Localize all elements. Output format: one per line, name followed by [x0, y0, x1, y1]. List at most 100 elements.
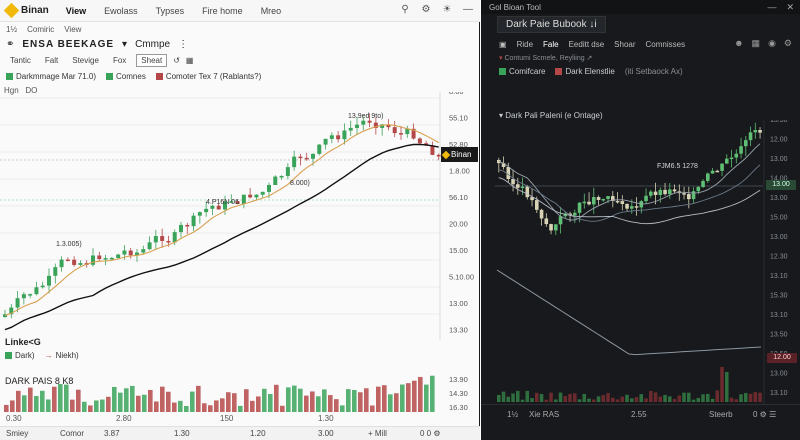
volume-bar: [606, 393, 610, 402]
legend-label: Dark Elenstlie: [565, 67, 615, 76]
more-icon[interactable]: ⋮: [178, 39, 188, 50]
right-candlestick-chart[interactable]: FJM6.5 127813.3012.0013.0014.0013.0015.0…: [481, 120, 800, 420]
volume-bar: [28, 387, 33, 412]
status-item: 1.30: [174, 429, 190, 438]
ma-slow-line: [4, 143, 439, 331]
candle-body: [587, 201, 591, 205]
price-axis-label: 56.10: [449, 193, 468, 202]
status-item[interactable]: Xie RAS: [529, 410, 559, 419]
candle-body: [241, 194, 246, 204]
volume-bar: [274, 384, 279, 412]
legend-item[interactable]: → Niekh): [45, 351, 79, 360]
caret-down-icon[interactable]: ▾: [499, 111, 503, 120]
square-icon[interactable]: ▣: [499, 40, 507, 49]
toolbar-button[interactable]: Falt: [41, 55, 62, 66]
status-item[interactable]: 0 0 ⚙: [420, 429, 441, 438]
candle-body: [355, 124, 359, 128]
menu-item-typses[interactable]: Typses: [147, 6, 194, 16]
status-item[interactable]: 0 ⚙ ☰: [753, 410, 776, 419]
volume-bar: [76, 389, 81, 412]
volume-bar: [394, 393, 399, 412]
legend-item[interactable]: Comoter Tex 7 (Rablants?): [155, 72, 261, 81]
menu-item-fire-home[interactable]: Fire home: [193, 6, 252, 16]
candle-body: [520, 186, 525, 189]
legend-item[interactable]: Comifcare: [499, 67, 545, 76]
link-icon[interactable]: ⚭: [6, 39, 14, 50]
candle-body: [653, 191, 658, 196]
legend-item[interactable]: Dark): [5, 351, 35, 360]
legend-item[interactable]: Dark Elenstlie: [555, 67, 615, 76]
sub-legend-title: Linke<G: [5, 337, 41, 347]
volume-bar: [22, 395, 27, 412]
gear-icon[interactable]: ⚙: [420, 4, 432, 16]
menu-item-ewolass[interactable]: Ewolass: [95, 6, 147, 16]
candle-body: [197, 212, 202, 216]
search-icon[interactable]: ⚲: [399, 4, 411, 16]
chevron-down-icon[interactable]: ▾: [122, 39, 127, 50]
undo-icon[interactable]: ↺: [173, 56, 180, 65]
left-candlestick-chart[interactable]: 13.9ed 9to) 8.000) 1.3.005) 4.P16N 06 8.00 55…: [0, 92, 480, 340]
chart-annotation: FJM6.5 1278: [657, 163, 698, 170]
bell-icon[interactable]: ☀: [441, 4, 453, 16]
legend-item[interactable]: (iti Setbaock Ax): [625, 67, 683, 76]
toolbar-item-selected[interactable]: Fale: [543, 40, 559, 49]
candle-body: [511, 178, 515, 185]
volume-bar: [715, 390, 720, 402]
toolbar-button-selected[interactable]: Sheat: [136, 53, 168, 67]
toolbar-item[interactable]: Comnisses: [646, 40, 686, 49]
price-pill: Binan: [441, 147, 478, 162]
volume-bar: [4, 404, 9, 412]
volume-bar: [268, 394, 273, 412]
chart-type-icon[interactable]: ▦: [186, 56, 194, 65]
camera-icon[interactable]: ◉: [768, 38, 776, 49]
toolbar-button[interactable]: Tantic: [6, 55, 35, 66]
ma-line: [498, 164, 761, 222]
volume-bar: [563, 395, 568, 402]
volume-bar: [620, 396, 625, 402]
volume-bar: [739, 394, 743, 402]
compare-label[interactable]: Cmmpe: [135, 39, 170, 50]
symbol-title[interactable]: ENSA BEEKAGE: [22, 39, 114, 50]
candle-body: [582, 201, 587, 204]
menu-item-mreo[interactable]: Mreo: [252, 6, 291, 16]
app-root: Binan View Ewolass Typses Fire home Mreo…: [0, 0, 800, 440]
toolbar-item[interactable]: Eeditt dse: [569, 40, 605, 49]
volume-axis-label: 13.90: [449, 375, 468, 384]
volume-bar: [124, 388, 129, 412]
toolbar-button[interactable]: Fox: [109, 55, 130, 66]
price-axis-label: 20.00: [449, 220, 468, 229]
status-item[interactable]: 1½: [507, 410, 518, 419]
grid-icon[interactable]: ▦: [752, 38, 761, 49]
toolbar-item[interactable]: Ride: [517, 40, 533, 49]
legend-item[interactable]: Comnes: [106, 72, 146, 81]
close-icon[interactable]: ✕: [786, 2, 794, 13]
minimize-icon[interactable]: —: [767, 2, 776, 13]
subbar-item[interactable]: 1½: [6, 25, 17, 34]
volume-bar: [539, 394, 544, 402]
tab-dark-pair[interactable]: Dark Paie Bubook ↓i: [497, 15, 606, 33]
x-axis: 0.30 2.80 150 1.30: [0, 412, 440, 426]
status-item[interactable]: + Mill: [368, 429, 387, 438]
volume-bar: [148, 389, 153, 412]
legend-item[interactable]: Darkmmage Mar 71.0): [6, 72, 96, 81]
toolbar-item[interactable]: Shoar: [614, 40, 635, 49]
minimize-icon[interactable]: —: [462, 4, 474, 16]
price-axis-label: 13.00: [770, 195, 788, 202]
status-item[interactable]: Steerb: [709, 410, 733, 419]
caret-down-icon[interactable]: ▾: [499, 55, 503, 62]
gear-icon[interactable]: ⚙: [784, 38, 792, 49]
volume-bar: [710, 398, 715, 402]
x-tick: 0.30: [6, 414, 22, 423]
person-icon[interactable]: ☻: [734, 38, 743, 49]
volume-bar: [634, 397, 639, 402]
subbar-item[interactable]: Comiric: [27, 25, 54, 34]
volume-bar: [497, 394, 501, 402]
status-item[interactable]: Comor: [60, 429, 84, 438]
app-logo[interactable]: Binan: [0, 2, 57, 19]
status-item[interactable]: Smiey: [6, 429, 28, 438]
indicator-legend: Darkmmage Mar 71.0) Comnes Comoter Tex 7…: [0, 69, 480, 83]
toolbar-button[interactable]: Stevige: [68, 55, 103, 66]
menu-item-view[interactable]: View: [57, 6, 95, 16]
subbar-item[interactable]: View: [64, 25, 81, 34]
left-chart-window: Binan View Ewolass Typses Fire home Mreo…: [0, 0, 480, 440]
